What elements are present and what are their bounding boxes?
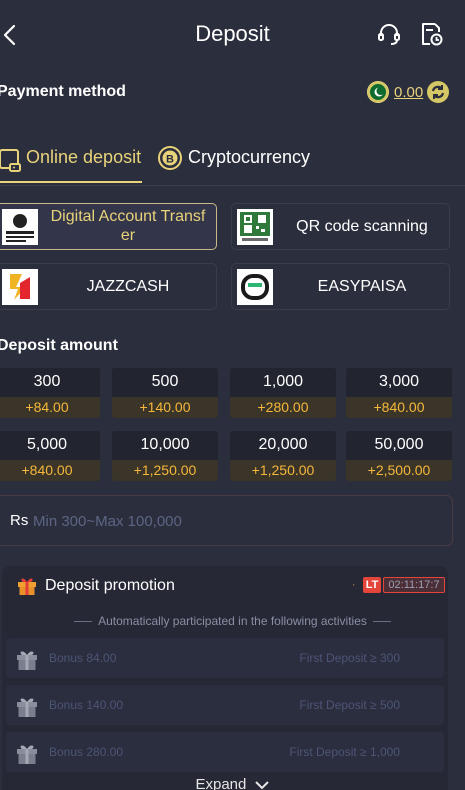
bonus-row: Bonus 84.00 First Deposit ≥ 300: [6, 638, 444, 678]
headset-icon[interactable]: [376, 21, 402, 47]
auto-participate-note: Automatically participated in the follow…: [0, 614, 465, 628]
amount-bonus: +2,500.00: [346, 460, 452, 481]
method-qr-code-scanning-label: QR code scanning: [296, 218, 428, 235]
amount-option[interactable]: 500 +140.00: [112, 368, 218, 418]
bonus-row: Bonus 140.00 First Deposit ≥ 500: [6, 685, 444, 725]
method-jazzcash-label: JAZZCASH: [86, 278, 170, 295]
method-qr-code-scanning[interactable]: QR code scanning: [231, 203, 450, 250]
expand-label: Expand: [195, 776, 247, 790]
amount-bonus: +1,250.00: [112, 460, 218, 481]
bonus-condition: First Deposit ≥ 1,000: [289, 745, 400, 759]
promotion-countdown: 02:11:17:7: [383, 577, 445, 593]
gift-box-icon: [17, 698, 37, 717]
bonus-label: Bonus 140.00: [49, 698, 124, 712]
wallet-icon: [0, 149, 21, 172]
document-clock-icon[interactable]: [418, 21, 444, 47]
bonus-condition: First Deposit ≥ 300: [299, 651, 400, 665]
jazzcash-icon: [2, 269, 38, 305]
chevron-down-icon: [254, 781, 269, 790]
gift-box-icon: [17, 745, 37, 764]
currency-label: Rs: [10, 512, 29, 529]
bonus-condition: First Deposit ≥ 500: [299, 698, 400, 712]
pakistan-flag-icon: [367, 81, 389, 103]
refresh-icon[interactable]: [426, 80, 450, 104]
method-digital-account-transfer[interactable]: Digital Account Transf er: [0, 203, 217, 250]
header: Deposit: [0, 0, 465, 68]
amount-option[interactable]: 5,000 +840.00: [0, 431, 100, 481]
amount-input-container: Rs: [0, 495, 453, 546]
amount-bonus: +280.00: [230, 397, 336, 418]
amount-bonus: +840.00: [346, 397, 452, 418]
amount-bonus: +140.00: [112, 397, 218, 418]
tab-cryptocurrency-label: Cryptocurrency: [188, 147, 311, 167]
bonus-label: Bonus 280.00: [49, 745, 124, 759]
balance-amount: 0.00: [394, 84, 424, 101]
amount-value: 20,000: [258, 436, 308, 453]
bonus-row: Bonus 280.00 First Deposit ≥ 1,000: [6, 732, 444, 772]
expand-button[interactable]: Expand: [0, 776, 465, 790]
tab-cryptocurrency[interactable]: B Cryptocurrency: [157, 136, 327, 183]
deposit-amount-label: Deposit amount: [0, 337, 118, 354]
amount-option[interactable]: 3,000 +840.00: [346, 368, 452, 418]
gift-icon: [18, 578, 36, 595]
method-easypaisa[interactable]: EASYPAISA: [231, 263, 450, 310]
amount-option[interactable]: 300 +84.00: [0, 368, 100, 418]
amount-bonus: +84.00: [0, 397, 100, 418]
amount-input[interactable]: [33, 506, 333, 536]
method-easypaisa-label: EASYPAISA: [317, 278, 407, 295]
amount-value: 1,000: [262, 373, 304, 390]
amount-value: 500: [151, 373, 179, 390]
amount-value: 50,000: [374, 436, 424, 453]
lt-badge: LT: [363, 577, 381, 593]
tab-online-deposit[interactable]: Online deposit: [0, 136, 142, 183]
amount-value: 10,000: [140, 436, 190, 453]
method-jazzcash[interactable]: JAZZCASH: [0, 263, 217, 310]
deposit-promotion-title: Deposit promotion: [45, 577, 175, 594]
bank-transfer-icon: [2, 209, 38, 245]
amount-value: 300: [33, 373, 61, 390]
bitcoin-icon: B: [158, 146, 182, 170]
amount-bonus: +840.00: [0, 460, 100, 481]
deposit-tabs: Online deposit B Cryptocurrency: [0, 136, 465, 186]
amount-option[interactable]: 10,000 +1,250.00: [112, 431, 218, 481]
qr-code-icon: [237, 209, 273, 245]
payment-method-label: Payment method: [0, 83, 126, 100]
amount-option[interactable]: 1,000 +280.00: [230, 368, 336, 418]
method-digital-account-transfer-label: Digital Account Transf er: [50, 208, 206, 244]
amount-option[interactable]: 20,000 +1,250.00: [230, 431, 336, 481]
amount-value: 5,000: [26, 436, 68, 453]
tab-online-deposit-label: Online deposit: [26, 147, 142, 167]
amount-bonus: +1,250.00: [230, 460, 336, 481]
gift-box-icon: [17, 651, 37, 670]
easypaisa-icon: [237, 269, 273, 305]
amount-option[interactable]: 50,000 +2,500.00: [346, 431, 452, 481]
amount-value: 3,000: [378, 373, 420, 390]
svg-text:B: B: [166, 154, 174, 166]
bonus-label: Bonus 84.00: [49, 651, 117, 665]
